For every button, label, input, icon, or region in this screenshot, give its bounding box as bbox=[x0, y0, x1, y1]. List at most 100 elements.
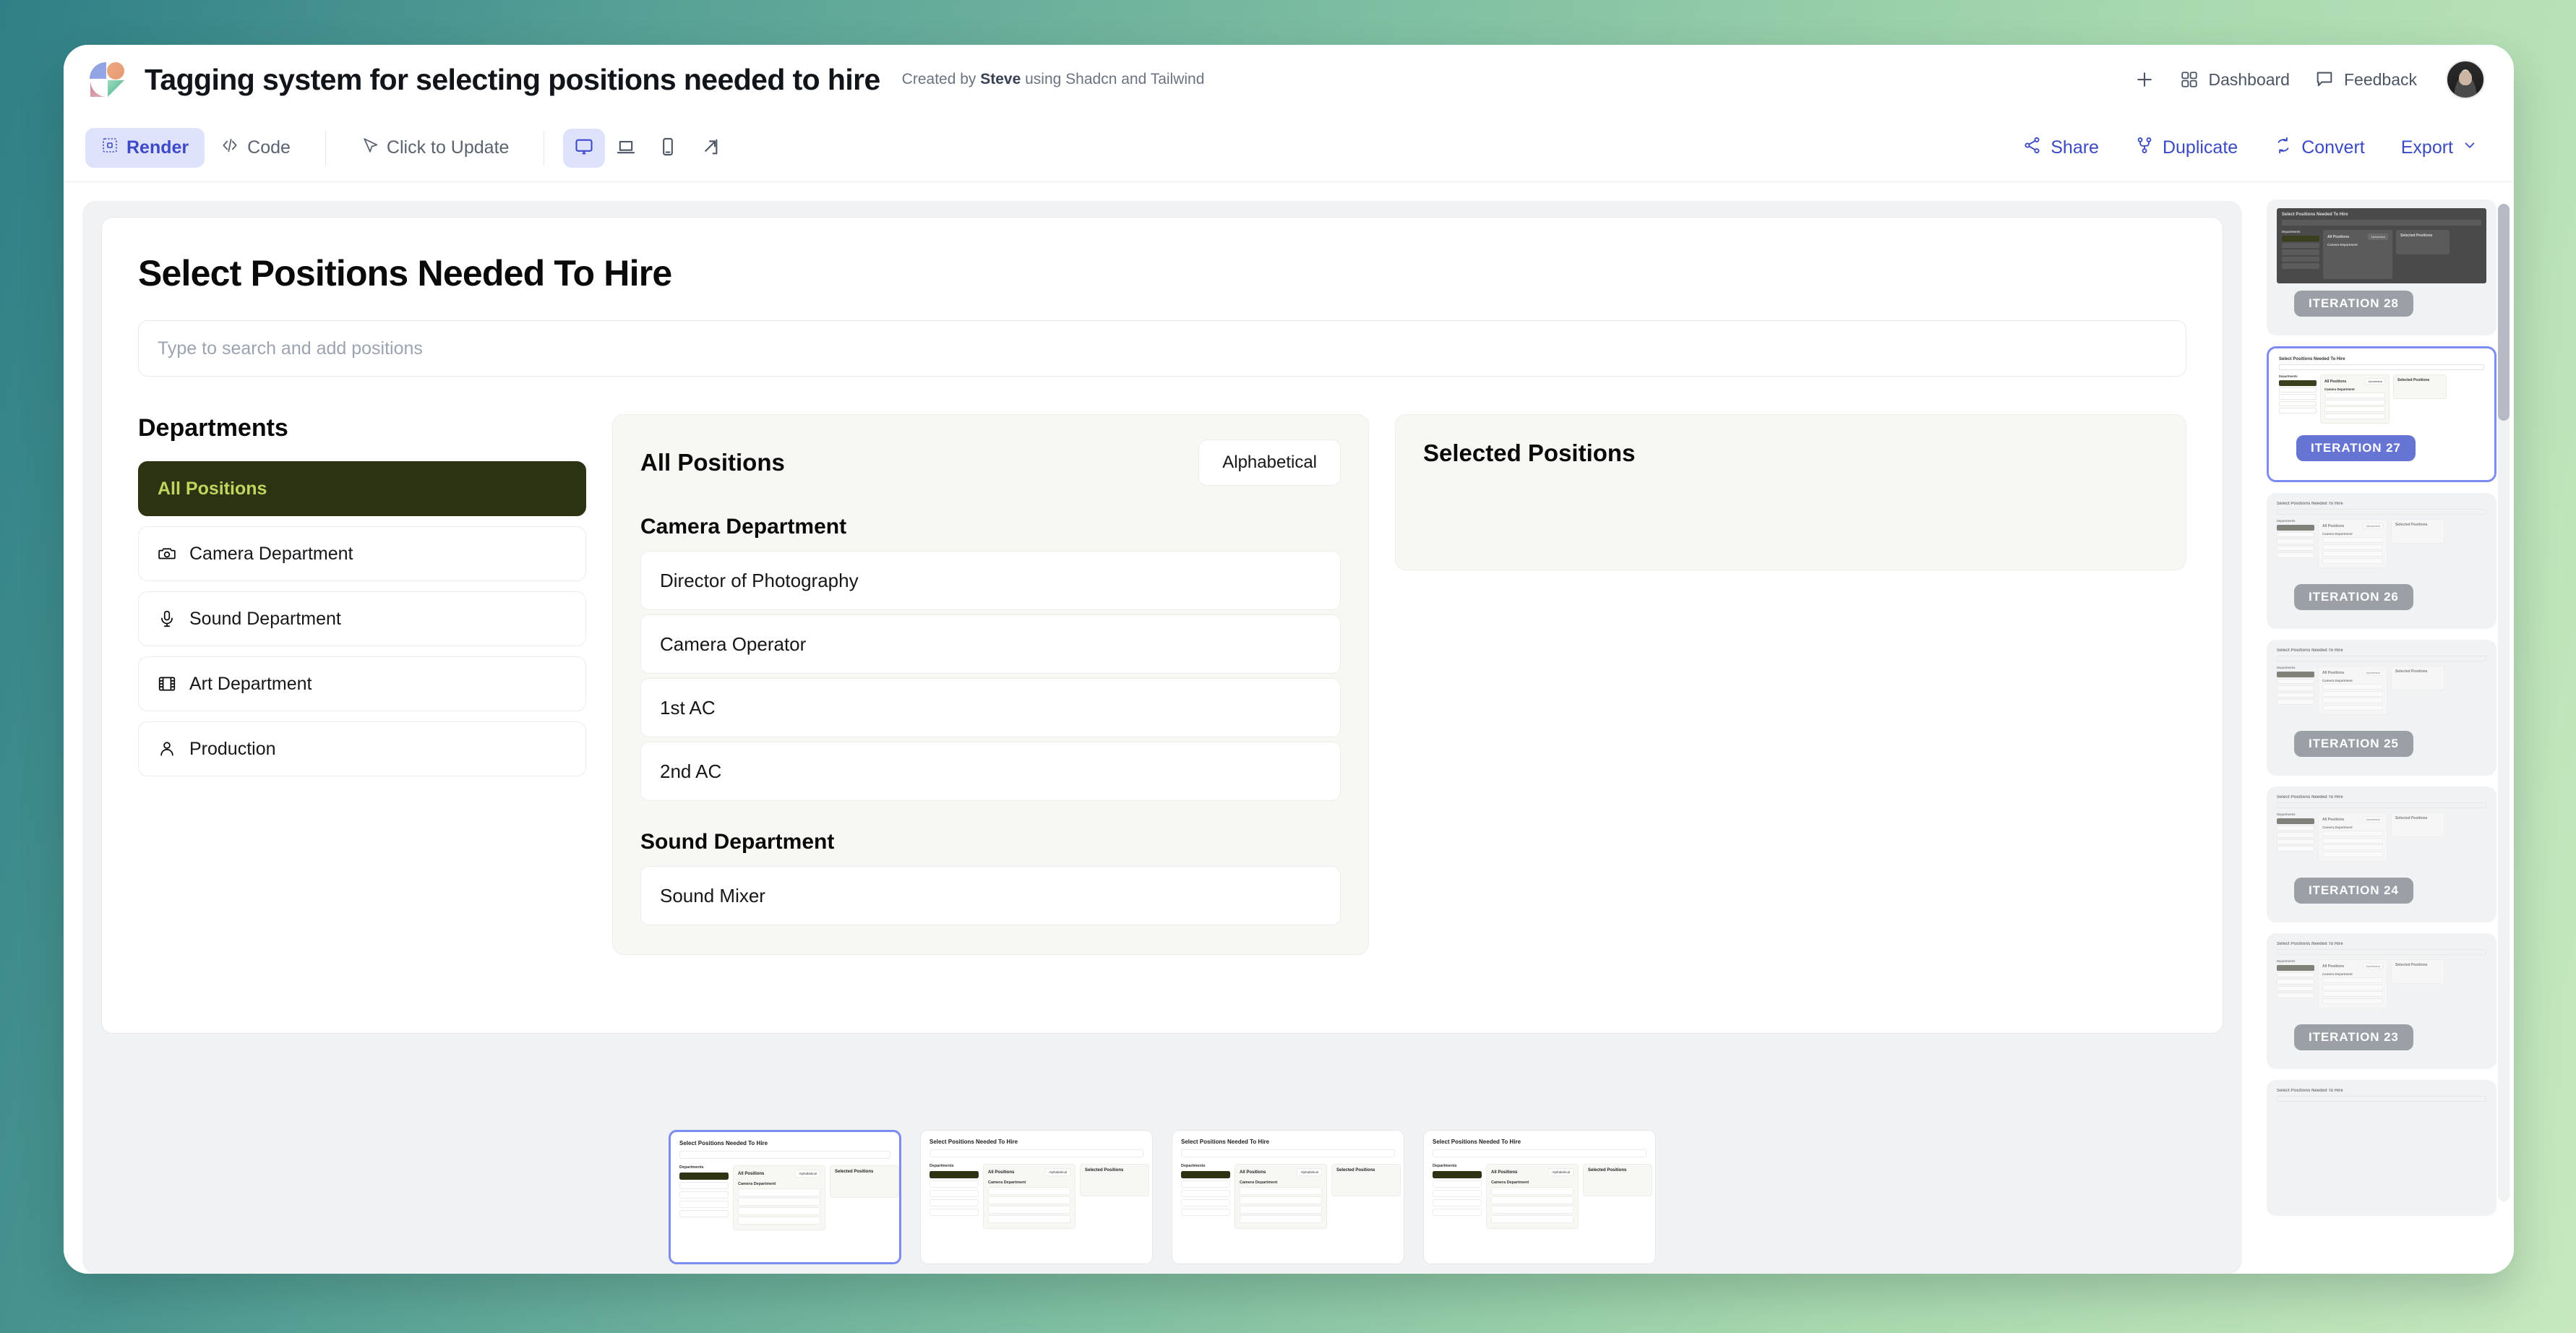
mini-group: Camera Department bbox=[2324, 387, 2385, 391]
viewport-mobile-button[interactable] bbox=[647, 129, 689, 168]
dept-label: Production bbox=[189, 739, 276, 760]
mini-sel-panel: Selected Positions bbox=[2391, 519, 2444, 544]
film-dept-row bbox=[1181, 1171, 1230, 1178]
mini-dept-col: Departments bbox=[2277, 666, 2314, 715]
iteration-card[interactable]: Select Positions Needed To Hire Departme… bbox=[2267, 933, 2496, 1069]
dept-item-art[interactable]: Art Department bbox=[138, 656, 586, 711]
tab-code[interactable]: Code bbox=[205, 127, 306, 168]
filmstrip-item[interactable]: Select Positions Needed To Hire Departme… bbox=[920, 1130, 1153, 1264]
stage: Select Positions Needed To Hire Type to … bbox=[64, 182, 2261, 1274]
viewport-desktop-button[interactable] bbox=[563, 129, 605, 168]
mini-all-head: All Positions Alphabetical bbox=[2327, 233, 2388, 240]
iteration-card[interactable]: Select Positions Needed To Hire Departme… bbox=[2267, 200, 2496, 335]
iteration-preview: Select Positions Needed To Hire Departme… bbox=[2277, 208, 2486, 283]
position-item[interactable]: 2nd AC bbox=[640, 742, 1341, 801]
position-item[interactable]: Director of Photography bbox=[640, 551, 1341, 610]
export-button[interactable]: Export bbox=[2394, 132, 2485, 164]
film-dept-row bbox=[1181, 1199, 1230, 1206]
dept-item-camera[interactable]: Camera Department bbox=[138, 526, 586, 581]
feedback-button[interactable]: Feedback bbox=[2314, 69, 2417, 90]
iterations-sidebar[interactable]: Select Positions Needed To Hire Departme… bbox=[2261, 182, 2514, 1274]
iteration-card[interactable]: Select Positions Needed To Hire Departme… bbox=[2267, 786, 2496, 922]
position-item[interactable]: Sound Mixer bbox=[640, 866, 1341, 925]
dept-item-production[interactable]: Production bbox=[138, 721, 586, 776]
filmstrip-item[interactable]: Select Positions Needed To Hire Departme… bbox=[1423, 1130, 1656, 1264]
iteration-card[interactable]: Select Positions Needed To Hire Departme… bbox=[2267, 493, 2496, 629]
mini-sel-panel: Selected Positions bbox=[2393, 374, 2447, 399]
mini-search bbox=[2277, 802, 2486, 808]
sort-alphabetical-button[interactable]: Alphabetical bbox=[1198, 440, 1341, 486]
add-new-button[interactable] bbox=[2134, 69, 2155, 90]
mini-pos-row bbox=[2324, 413, 2385, 419]
film-dept-col: Departments bbox=[1181, 1164, 1230, 1229]
person-icon bbox=[158, 740, 176, 758]
film-title: Select Positions Needed To Hire bbox=[1433, 1139, 1647, 1145]
film-dept-row bbox=[1433, 1180, 1482, 1188]
mini-dept-row bbox=[2277, 672, 2314, 677]
mini-group: Camera Department bbox=[2327, 243, 2388, 247]
viewport-laptop-button[interactable] bbox=[605, 129, 647, 168]
mini-dept-row bbox=[2282, 263, 2319, 269]
film-cols: Departments All Positions Alphab bbox=[1181, 1164, 1395, 1229]
share-button[interactable]: Share bbox=[2016, 130, 2106, 166]
mini-cols: Departments All Positions Alphabetical bbox=[2277, 959, 2486, 1008]
selected-positions-title: Selected Positions bbox=[1423, 440, 2158, 467]
dept-item-all-positions[interactable]: All Positions bbox=[138, 461, 586, 516]
iterations-scrollbar-thumb[interactable] bbox=[2498, 204, 2510, 421]
search-input[interactable]: Type to search and add positions bbox=[138, 320, 2186, 377]
iteration-preview: Select Positions Needed To Hire bbox=[2277, 1089, 2486, 1102]
preview-canvas: Select Positions Needed To Hire Type to … bbox=[82, 201, 2242, 1274]
app-columns: Departments All Positions Camera Departm… bbox=[138, 414, 2186, 955]
mini-pos-row bbox=[2322, 551, 2383, 557]
iteration-card[interactable]: Select Positions Needed To Hire Departme… bbox=[2267, 346, 2496, 482]
convert-button[interactable]: Convert bbox=[2267, 130, 2372, 166]
mini-dept-row bbox=[2277, 993, 2314, 998]
dashboard-button[interactable]: Dashboard bbox=[2180, 70, 2290, 90]
tab-render[interactable]: Render bbox=[85, 128, 205, 168]
mini-dept-row bbox=[2282, 249, 2319, 255]
film-alpha: Alphabetical bbox=[1548, 1168, 1573, 1176]
film-title: Select Positions Needed To Hire bbox=[929, 1139, 1143, 1145]
mini-dept-row bbox=[2277, 679, 2314, 685]
mini-dept-row bbox=[2277, 972, 2314, 978]
film-group: Camera Department bbox=[988, 1180, 1070, 1185]
film-all-panel: All Positions Alphabetical Camera Depart… bbox=[733, 1165, 825, 1230]
click-to-update-button[interactable]: Click to Update bbox=[345, 128, 525, 168]
position-item[interactable]: Camera Operator bbox=[640, 614, 1341, 674]
mini-group: Camera Department bbox=[2322, 826, 2383, 829]
mini-sel-panel: Selected Positions bbox=[2391, 813, 2444, 837]
mini-all-head: All Positions Alphabetical bbox=[2322, 963, 2383, 969]
mini-all-panel: All Positions Alphabetical Camera Depart… bbox=[2320, 374, 2390, 424]
film-title: Select Positions Needed To Hire bbox=[1181, 1139, 1395, 1145]
iteration-card[interactable]: Select Positions Needed To Hire Departme… bbox=[2267, 640, 2496, 776]
film-search bbox=[1433, 1149, 1647, 1157]
open-external-button[interactable] bbox=[689, 129, 731, 168]
mini-search bbox=[2277, 656, 2486, 661]
position-item[interactable]: 1st AC bbox=[640, 678, 1341, 737]
film-sel-panel: Selected Positions bbox=[1331, 1164, 1401, 1196]
dept-label: Camera Department bbox=[189, 544, 353, 565]
mini-cols: Departments All Positions Alphabetical bbox=[2279, 374, 2484, 424]
dept-item-sound[interactable]: Sound Department bbox=[138, 591, 586, 646]
mini-dept-row bbox=[2279, 408, 2317, 413]
mini-dept-row bbox=[2282, 243, 2319, 249]
filmstrip-item[interactable]: Select Positions Needed To Hire Departme… bbox=[1172, 1130, 1404, 1264]
iteration-preview: Select Positions Needed To Hire Departme… bbox=[2277, 795, 2486, 862]
duplicate-button[interactable]: Duplicate bbox=[2128, 130, 2245, 166]
avatar[interactable] bbox=[2446, 60, 2485, 99]
mini-all-head: All Positions Alphabetical bbox=[2324, 378, 2385, 385]
iteration-card[interactable]: Select Positions Needed To Hire bbox=[2267, 1080, 2496, 1216]
mini-all-panel: All Positions Alphabetical Camera Depart… bbox=[2318, 813, 2387, 862]
comment-icon bbox=[2314, 69, 2335, 90]
mini-dept-row bbox=[2277, 693, 2314, 698]
mini-pos-row bbox=[2322, 985, 2383, 990]
filmstrip-item[interactable]: Select Positions Needed To Hire Departme… bbox=[669, 1130, 901, 1264]
film-title: Select Positions Needed To Hire bbox=[679, 1140, 890, 1146]
page-title: Tagging system for selecting positions n… bbox=[145, 63, 880, 97]
iterations-scrollbar[interactable] bbox=[2498, 204, 2510, 1201]
app-heading: Select Positions Needed To Hire bbox=[138, 252, 2186, 294]
mini-dept-row bbox=[2277, 986, 2314, 992]
film-dept-col: Departments bbox=[679, 1165, 729, 1230]
iteration-badge: ITERATION 27 bbox=[2296, 435, 2416, 461]
film-pos-row bbox=[1240, 1187, 1322, 1195]
